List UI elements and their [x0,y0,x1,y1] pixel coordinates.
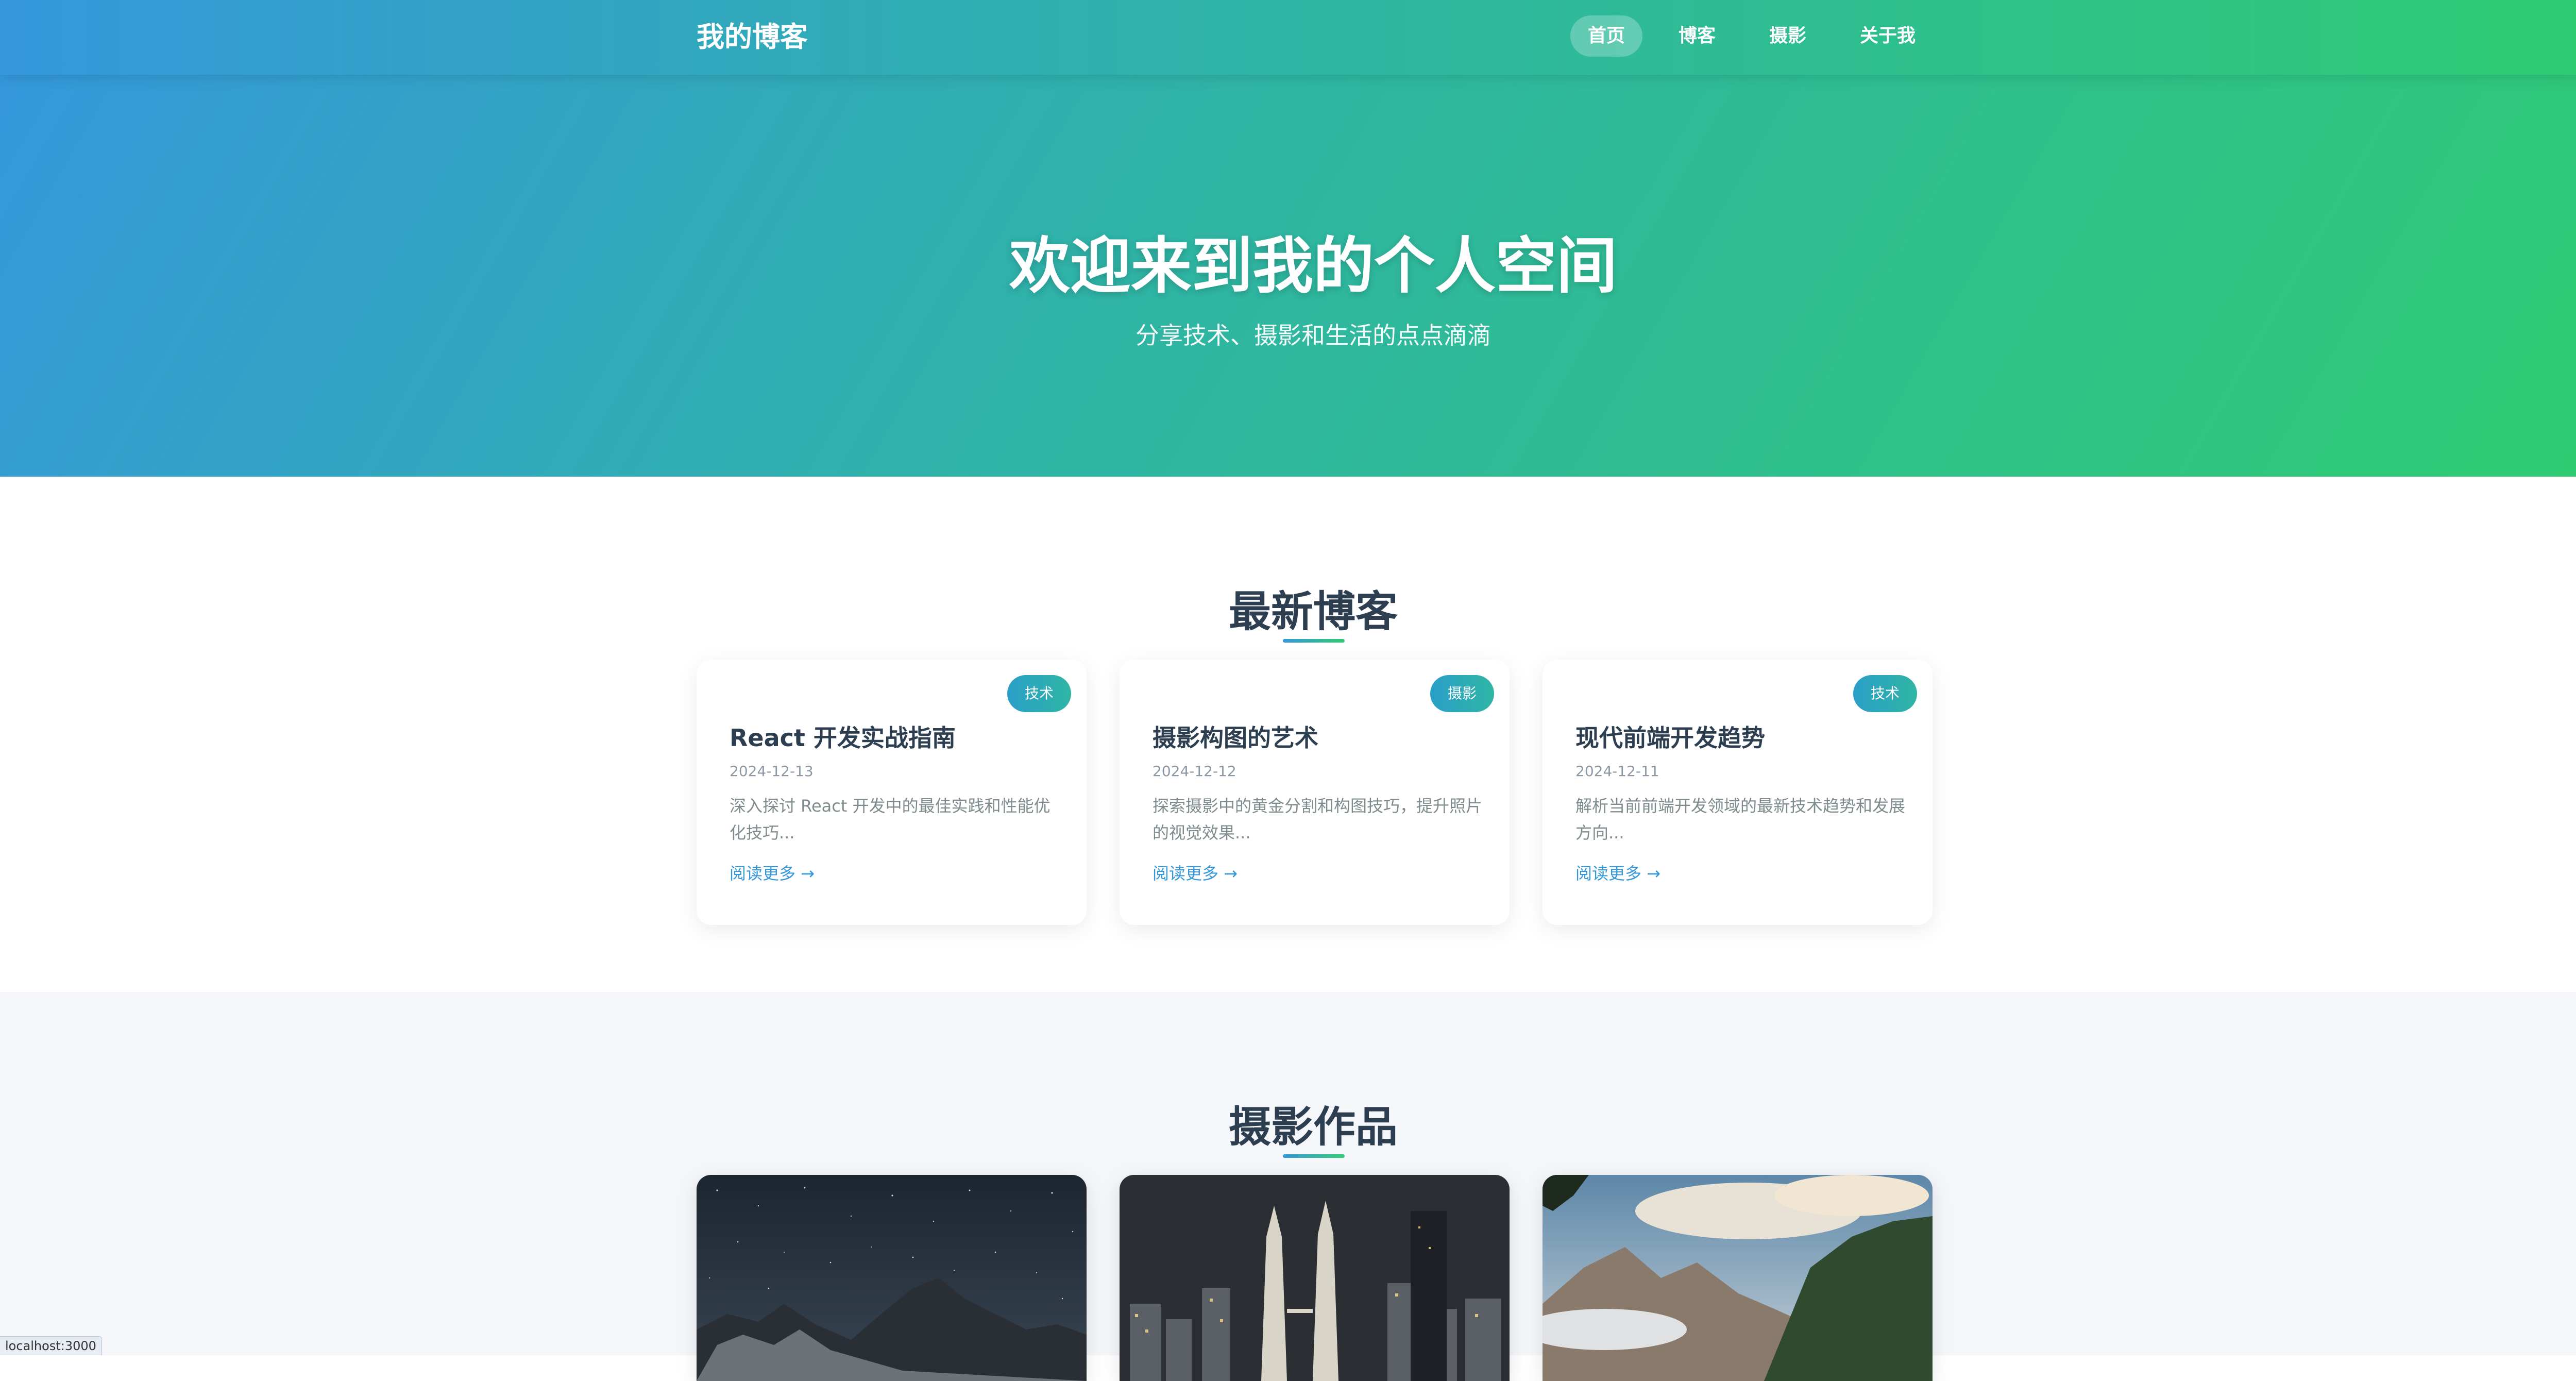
category-tag: 技术 [1007,675,1071,712]
blog-title-underline [1283,639,1345,643]
site-logo[interactable]: 我的博客 [697,19,808,56]
nav-item-about[interactable]: 关于我 [1842,15,1933,57]
read-more-link[interactable]: 阅读更多 → [1575,861,1660,884]
blog-card-date: 2024-12-11 [1575,763,1659,780]
hero-title: 欢迎来到我的个人空间 [1009,230,1617,301]
photo-city-skyline[interactable] [1120,1175,1510,1381]
hero-banner: 欢迎来到我的个人空间 分享技术、摄影和生活的点点滴滴 [0,75,2576,477]
latest-blog-section: 最新博客 技术 React 开发实战指南 2024-12-13 深入探讨 Rea… [0,477,2576,992]
blog-card-title[interactable]: 摄影构图的艺术 [1153,719,1318,753]
nav-item-photography[interactable]: 摄影 [1752,15,1824,57]
mountain-clouds-image [1543,1175,1933,1381]
category-tag: 摄影 [1430,675,1494,712]
photo-gallery [697,1175,1933,1381]
blog-card-date: 2024-12-12 [1153,763,1236,780]
blog-card-list: 技术 React 开发实战指南 2024-12-13 深入探讨 React 开发… [697,660,1933,925]
photography-section: 摄影作品 [0,992,2576,1381]
blog-card[interactable]: 技术 现代前端开发趋势 2024-12-11 解析当前前端开发领域的最新技术趋势… [1543,660,1933,925]
nav-item-blog[interactable]: 博客 [1661,15,1733,57]
photography-title-underline [1283,1154,1345,1158]
top-navbar: 我的博客 首页 博客 摄影 关于我 [0,0,2576,75]
photo-starry-mountain[interactable] [697,1175,1087,1381]
photo-mountain-clouds[interactable] [1543,1175,1933,1381]
read-more-link[interactable]: 阅读更多 → [730,861,815,884]
nav-item-home[interactable]: 首页 [1570,15,1642,57]
navbar-inner: 我的博客 首页 博客 摄影 关于我 [697,0,1933,75]
blog-card-date: 2024-12-13 [730,763,814,780]
read-more-link[interactable]: 阅读更多 → [1153,861,1238,884]
blog-card-excerpt: 探索摄影中的黄金分割和构图技巧，提升照片的视觉效果... [1153,796,1483,843]
blog-card-excerpt: 解析当前前端开发领域的最新技术趋势和发展方向... [1575,796,1906,843]
city-skyline-image [1120,1175,1510,1381]
blog-card-excerpt: 深入探讨 React 开发中的最佳实践和性能优化技巧... [730,796,1050,843]
blog-card[interactable]: 技术 React 开发实战指南 2024-12-13 深入探讨 React 开发… [697,660,1087,925]
blog-card-title[interactable]: 现代前端开发趋势 [1575,719,1765,753]
photography-section-title: 摄影作品 [1228,1103,1398,1152]
hero-subtitle: 分享技术、摄影和生活的点点滴滴 [1136,322,1491,349]
category-tag: 技术 [1853,675,1917,712]
nav-links: 首页 博客 摄影 关于我 [1570,15,1933,57]
blog-section-title: 最新博客 [1228,587,1398,636]
blog-card[interactable]: 摄影 摄影构图的艺术 2024-12-12 探索摄影中的黄金分割和构图技巧，提升… [1120,660,1510,925]
starry-mountain-image [697,1175,1087,1381]
status-bar-url: localhost:3000 [0,1336,102,1355]
blog-card-title[interactable]: React 开发实战指南 [730,719,956,753]
